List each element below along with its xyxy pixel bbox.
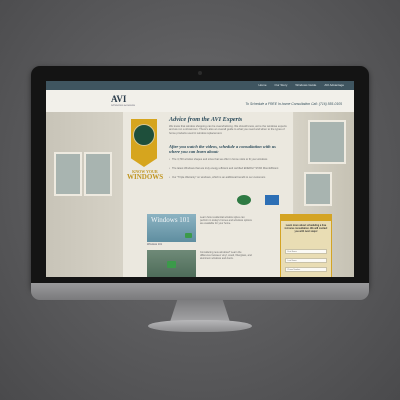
phone-callout: To Schedule a FREE In-home Consultation … <box>245 102 342 106</box>
intro-text: We know that window shopping can be over… <box>169 125 287 135</box>
nav-item-home[interactable]: Home <box>258 81 266 90</box>
video-thumbnail-windows-101[interactable]: Windows 101 <box>147 214 196 242</box>
monitor-chin <box>31 283 369 300</box>
play-icon[interactable] <box>167 261 176 268</box>
nav-item-windows-guide[interactable]: Windows Guide <box>295 81 316 90</box>
video-description: Learn how residential window styles can … <box>200 216 252 226</box>
top-nav: Home Our Story Windows Guide AVI Advanta… <box>46 81 354 90</box>
content-panel: KNOW YOUR WINDOWS Advice from the AVI Ex… <box>123 112 332 277</box>
nav-item-our-story[interactable]: Our Story <box>275 81 288 90</box>
seal-icon <box>133 124 155 146</box>
video-description: Considering new windows? Learn the diffe… <box>200 251 252 261</box>
screen: Home Our Story Windows Guide AVI Advanta… <box>46 81 354 277</box>
section-subtitle: After you watch the videos, schedule a c… <box>169 144 276 154</box>
play-icon[interactable] <box>185 233 192 238</box>
know-your-windows-badge: KNOW YOUR WINDOWS <box>127 169 164 181</box>
site-logo[interactable]: AVI WINDOWS & DOORS <box>111 94 135 107</box>
form-header-bar <box>281 215 331 221</box>
list-item: The latest Windows that are truly energy… <box>169 167 284 171</box>
first-name-field[interactable]: First Name <box>285 249 327 254</box>
webcam-icon <box>198 71 202 75</box>
form-title: Learn more about scheduling a free in-ho… <box>284 224 328 233</box>
consultation-form: Learn more about scheduling a free in-ho… <box>280 214 332 277</box>
site-header: AVI WINDOWS & DOORS To Schedule a FREE I… <box>46 90 354 112</box>
monitor: Home Our Story Windows Guide AVI Advanta… <box>31 66 369 292</box>
page-title: Advice from the AVI Experts <box>169 116 243 123</box>
list-item: The 3,700 window shapes and sizes that w… <box>169 158 284 162</box>
phone-field[interactable]: Phone Number <box>285 267 327 272</box>
monitor-stand <box>170 300 230 322</box>
last-name-field[interactable]: Last Name <box>285 258 327 263</box>
certification-logo-icon <box>237 195 251 205</box>
monitor-stand-base <box>148 320 252 332</box>
energy-star-icon <box>265 195 279 205</box>
background-window-left <box>46 112 123 277</box>
video-thumbnail-window-materials[interactable] <box>147 250 196 277</box>
list-item: Our "Triple Warranty" on windows, which … <box>169 176 284 180</box>
nav-item-advantage[interactable]: AVI Advantage <box>324 81 344 90</box>
video-caption: Windows 101 <box>147 243 163 246</box>
